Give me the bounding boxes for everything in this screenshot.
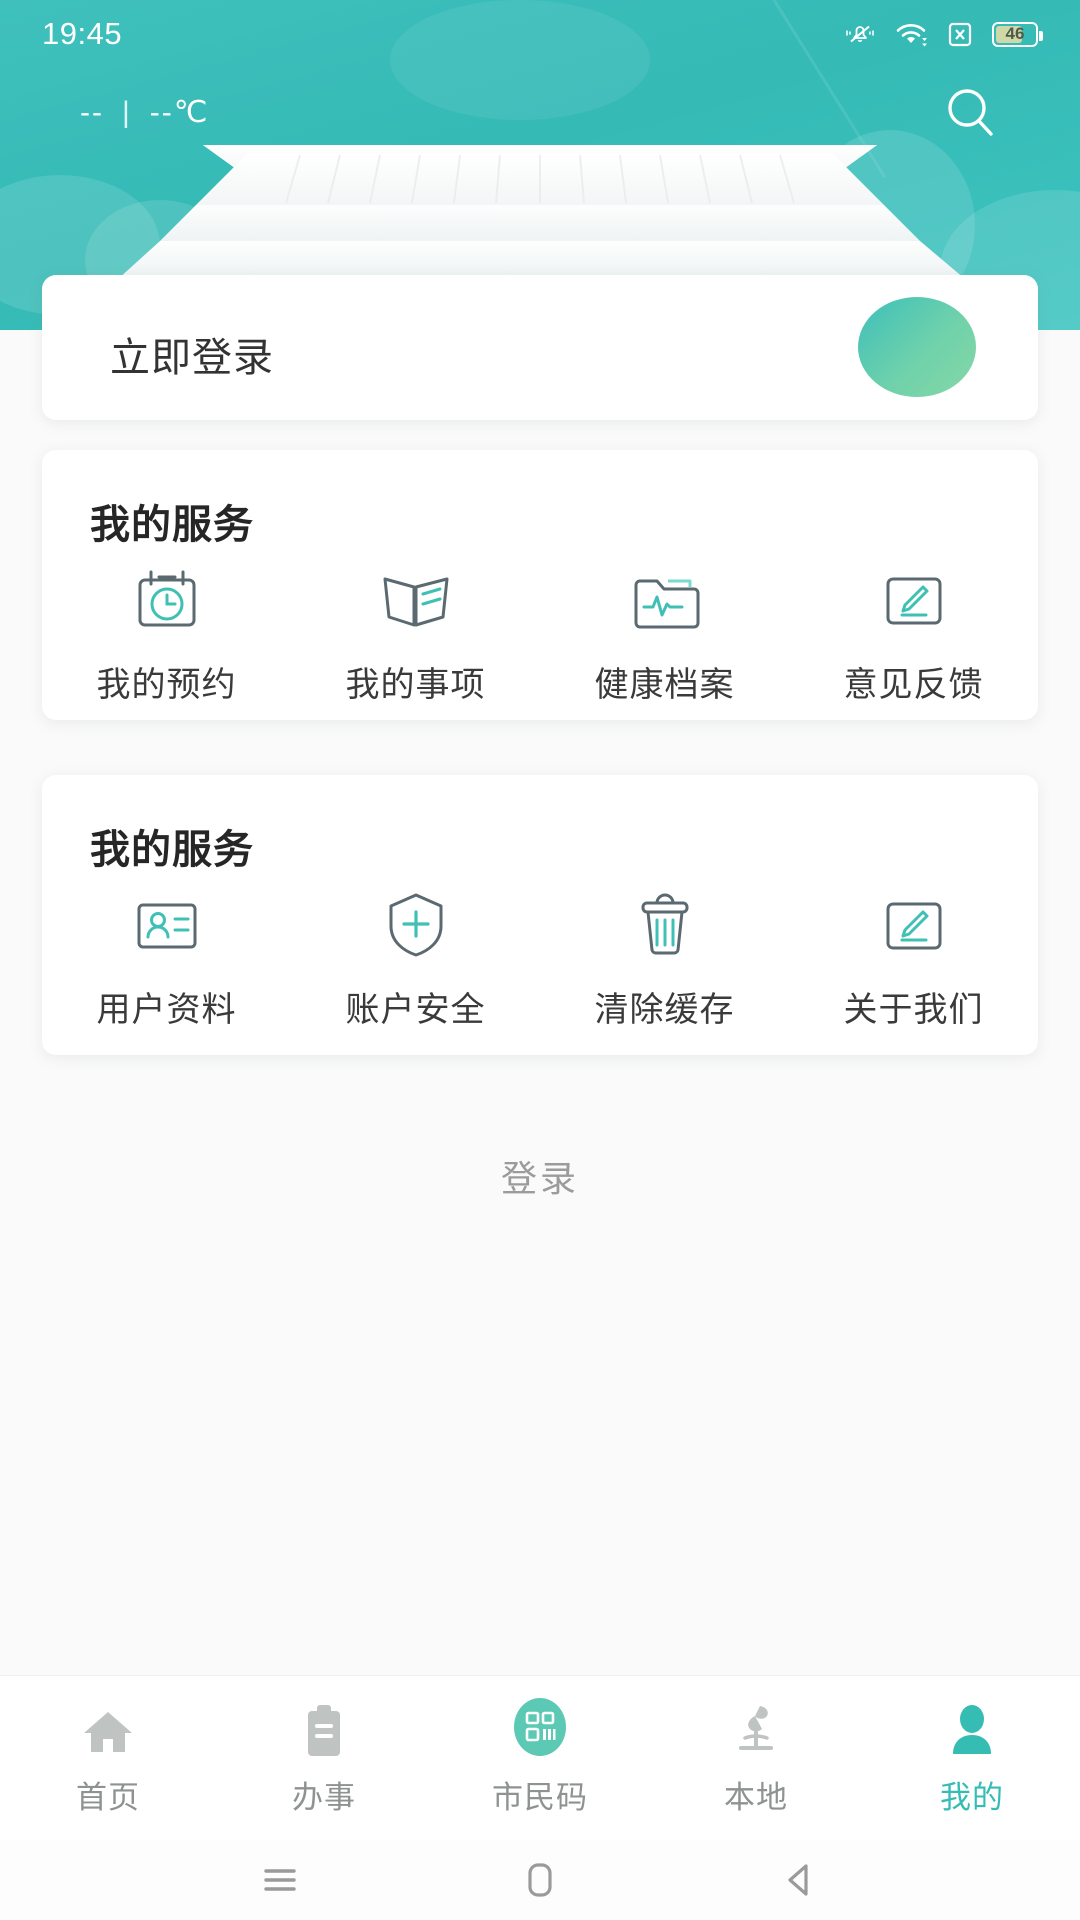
mute-icon (846, 25, 874, 43)
tab-home[interactable]: 首页 (0, 1700, 216, 1817)
weather-separator: | (121, 95, 132, 129)
my-services-card-2: 我的服务 用户资料 账户安全 清除缓存 关于我们 (42, 775, 1038, 1055)
app-screen: 19:45 46 -- | --℃ 立即登录 我的服务 我的预约 我的事项 健康… (0, 0, 1080, 1920)
service-item-my-appointments[interactable]: 我的预约 (42, 565, 291, 706)
service-label: 意见反馈 (843, 666, 984, 704)
service-label: 我的事项 (345, 666, 486, 704)
tab-label: 市民码 (492, 1779, 588, 1815)
login-card[interactable]: 立即登录 (42, 275, 1038, 420)
section-title: 我的服务 (90, 828, 254, 872)
tab-local[interactable]: 本地 (648, 1700, 864, 1817)
landmark-icon (727, 1700, 785, 1758)
android-nav-bar (0, 1840, 1080, 1920)
qr-code-icon (509, 1697, 571, 1758)
shield-plus-icon (377, 890, 455, 960)
status-bar: 19:45 46 (0, 0, 1080, 68)
service-label: 清除缓存 (594, 991, 735, 1029)
service-label: 账户安全 (345, 991, 486, 1029)
service-grid-1: 我的预约 我的事项 健康档案 意见反馈 (42, 565, 1038, 706)
wifi-icon (896, 24, 927, 47)
recents-menu-icon[interactable] (250, 1857, 310, 1903)
edit-pencil-icon (875, 565, 953, 635)
sim-error-icon (948, 22, 972, 47)
person-icon (946, 1700, 998, 1758)
home-square-icon[interactable] (510, 1857, 570, 1903)
battery-level: 46 (1005, 24, 1025, 43)
search-icon[interactable] (942, 84, 1000, 142)
logout-login-button[interactable]: 登录 (0, 1150, 1080, 1202)
tab-label: 我的 (940, 1779, 1004, 1815)
status-clock: 19:45 (42, 16, 123, 51)
service-label: 我的预约 (96, 666, 237, 704)
back-triangle-icon[interactable] (770, 1857, 830, 1903)
clipboard-icon (301, 1700, 347, 1758)
service-item-user-profile[interactable]: 用户资料 (42, 890, 291, 1031)
service-item-about-us[interactable]: 关于我们 (789, 890, 1038, 1031)
id-card-icon (128, 890, 206, 960)
tab-mine[interactable]: 我的 (864, 1700, 1080, 1817)
tab-affairs[interactable]: 办事 (216, 1700, 432, 1817)
service-item-health-record[interactable]: 健康档案 (540, 565, 789, 706)
my-services-card-1: 我的服务 我的预约 我的事项 健康档案 意见反馈 (42, 450, 1038, 720)
bottom-tabbar: 首页 办事 市民码 本地 我的 (0, 1675, 1080, 1840)
service-label: 关于我们 (843, 991, 984, 1029)
weather-temperature: --℃ (149, 96, 210, 129)
service-grid-2: 用户资料 账户安全 清除缓存 关于我们 (42, 890, 1038, 1031)
weather-widget[interactable]: -- | --℃ (80, 95, 209, 130)
service-item-my-matters[interactable]: 我的事项 (291, 565, 540, 706)
service-label: 用户资料 (96, 991, 237, 1029)
battery-icon: 46 (992, 21, 1043, 47)
folder-pulse-icon (626, 565, 704, 635)
weather-condition: -- (80, 95, 104, 129)
tab-label: 本地 (724, 1779, 788, 1815)
login-prompt-label[interactable]: 立即登录 (110, 325, 274, 383)
header-top-row: -- | --℃ (0, 75, 1080, 150)
tab-label: 办事 (292, 1779, 356, 1815)
calendar-clock-icon (128, 565, 206, 635)
status-icons: 46 (843, 19, 1043, 49)
service-label: 健康档案 (594, 666, 735, 704)
service-item-clear-cache[interactable]: 清除缓存 (540, 890, 789, 1031)
avatar[interactable] (858, 297, 976, 397)
service-item-account-security[interactable]: 账户安全 (291, 890, 540, 1031)
service-item-feedback[interactable]: 意见反馈 (789, 565, 1038, 706)
tab-label: 首页 (76, 1779, 140, 1815)
section-title: 我的服务 (90, 503, 254, 547)
home-icon (81, 1700, 135, 1758)
edit-pencil-icon (875, 890, 953, 960)
trash-icon (626, 890, 704, 960)
open-book-icon (377, 565, 455, 635)
tab-citizen-code[interactable]: 市民码 (432, 1697, 648, 1817)
